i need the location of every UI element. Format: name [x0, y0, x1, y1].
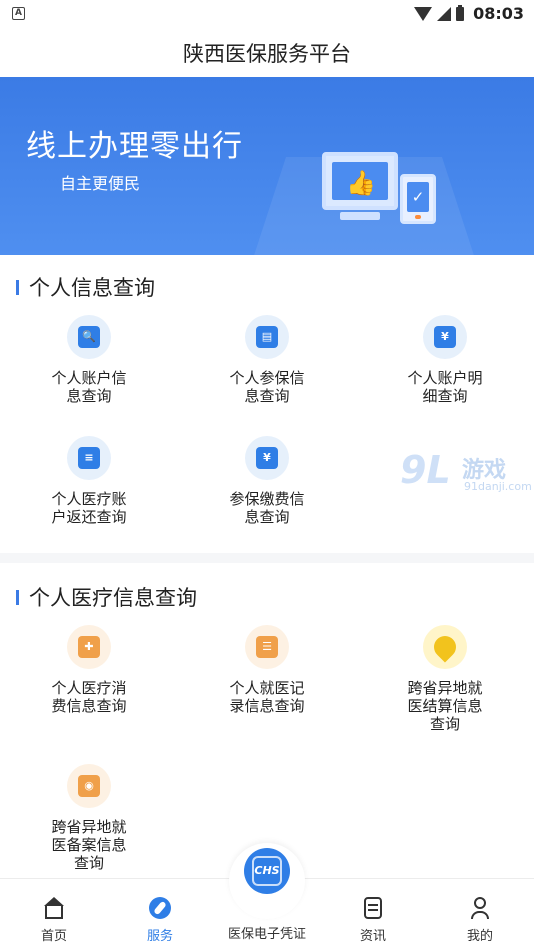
- tablet-illustration-icon: ✓: [400, 174, 436, 224]
- section-divider: [0, 553, 534, 563]
- id-card-icon: ▤: [245, 315, 289, 359]
- grid-item-payment-info[interactable]: ¥ 参保缴费信息查询: [202, 436, 332, 526]
- grid-item-label: 个人就医记录信息查询: [229, 679, 305, 715]
- grid-item-label: 跨省异地就医备案信息查询: [51, 818, 127, 872]
- compass-icon: [149, 897, 171, 919]
- section-title: 个人信息查询: [29, 276, 155, 300]
- grid-item-insurance-info[interactable]: ▤ 个人参保信息查询: [202, 315, 332, 405]
- medical-consume-icon: ✚: [67, 625, 111, 669]
- grid-item-medical-consume[interactable]: ✚ 个人医疗消费信息查询: [24, 625, 154, 715]
- filing-doc-icon: ◉: [67, 764, 111, 808]
- page-title: 陕西医保服务平台: [183, 42, 351, 66]
- watermark-logo: 9L 游戏 91danji.com: [400, 448, 532, 500]
- medical-record-icon: ☰: [245, 625, 289, 669]
- yuan-ledger-icon: ¥: [423, 315, 467, 359]
- notification-badge-icon: A: [12, 7, 25, 20]
- tab-profile[interactable]: 我的: [440, 897, 520, 944]
- grid-item-medical-refund[interactable]: ≡ 个人医疗账户返还查询: [24, 436, 154, 526]
- document-list-icon: ≡: [67, 436, 111, 480]
- medical-voucher-label[interactable]: 医保电子凭证: [214, 923, 320, 942]
- tab-home[interactable]: 首页: [14, 897, 94, 944]
- grid-item-label: 跨省异地就医结算信息查询: [407, 679, 483, 733]
- status-bar: A 08:03: [0, 0, 534, 28]
- tab-label: 资讯: [359, 929, 386, 944]
- banner-title: 线上办理零出行: [26, 129, 243, 164]
- location-pin-icon: [423, 625, 467, 669]
- grid-item-label: 个人账户明细查询: [407, 369, 483, 405]
- section-accent-bar: [16, 280, 19, 295]
- clock: 08:03: [473, 4, 524, 23]
- wifi-icon: [414, 6, 433, 21]
- grid-item-label: 个人账户信息查询: [51, 369, 127, 405]
- section-personal-info: 个人信息查询: [0, 272, 534, 302]
- home-icon: [43, 897, 65, 919]
- profile-icon: [469, 897, 491, 919]
- status-indicators: 08:03: [414, 4, 524, 23]
- tab-services[interactable]: 服务: [120, 897, 200, 944]
- scan-frame-icon: [252, 856, 282, 886]
- tab-news[interactable]: 资讯: [333, 897, 413, 944]
- account-search-icon: 🔍: [67, 315, 111, 359]
- grid-item-label: 参保缴费信息查询: [229, 490, 305, 526]
- battery-icon: [456, 4, 465, 21]
- banner-subtitle: 自主更便民: [60, 174, 141, 193]
- payment-doc-icon: ¥: [245, 436, 289, 480]
- section-title: 个人医疗信息查询: [29, 586, 197, 610]
- thumbs-up-icon: 👍: [346, 169, 376, 197]
- grid-item-label: 个人参保信息查询: [229, 369, 305, 405]
- watermark-url: 91danji.com: [464, 480, 532, 493]
- monitor-stand: [340, 212, 380, 220]
- promo-banner[interactable]: 线上办理零出行 自主更便民 👍 ✓: [0, 77, 534, 255]
- grid-item-medical-record[interactable]: ☰ 个人就医记录信息查询: [202, 625, 332, 715]
- tab-label: 服务: [146, 929, 173, 944]
- grid-item-label: 个人医疗账户返还查询: [51, 490, 127, 526]
- section-medical-info: 个人医疗信息查询: [0, 582, 534, 612]
- section-accent-bar: [16, 590, 19, 605]
- watermark-mark: 9L: [400, 448, 451, 492]
- tab-label: 我的: [466, 929, 493, 944]
- news-icon: [362, 897, 384, 919]
- grid-item-account-detail[interactable]: ¥ 个人账户明细查询: [380, 315, 510, 405]
- signal-icon: [437, 6, 452, 21]
- grid-item-cross-province-filing[interactable]: ◉ 跨省异地就医备案信息查询: [24, 764, 154, 872]
- grid-item-cross-province-settlement[interactable]: 跨省异地就医结算信息查询: [380, 625, 510, 733]
- tab-label: 首页: [40, 929, 67, 944]
- grid-item-label: 个人医疗消费信息查询: [51, 679, 127, 715]
- checkmark-icon: ✓: [407, 182, 429, 212]
- grid-item-account-info[interactable]: 🔍 个人账户信息查询: [24, 315, 154, 405]
